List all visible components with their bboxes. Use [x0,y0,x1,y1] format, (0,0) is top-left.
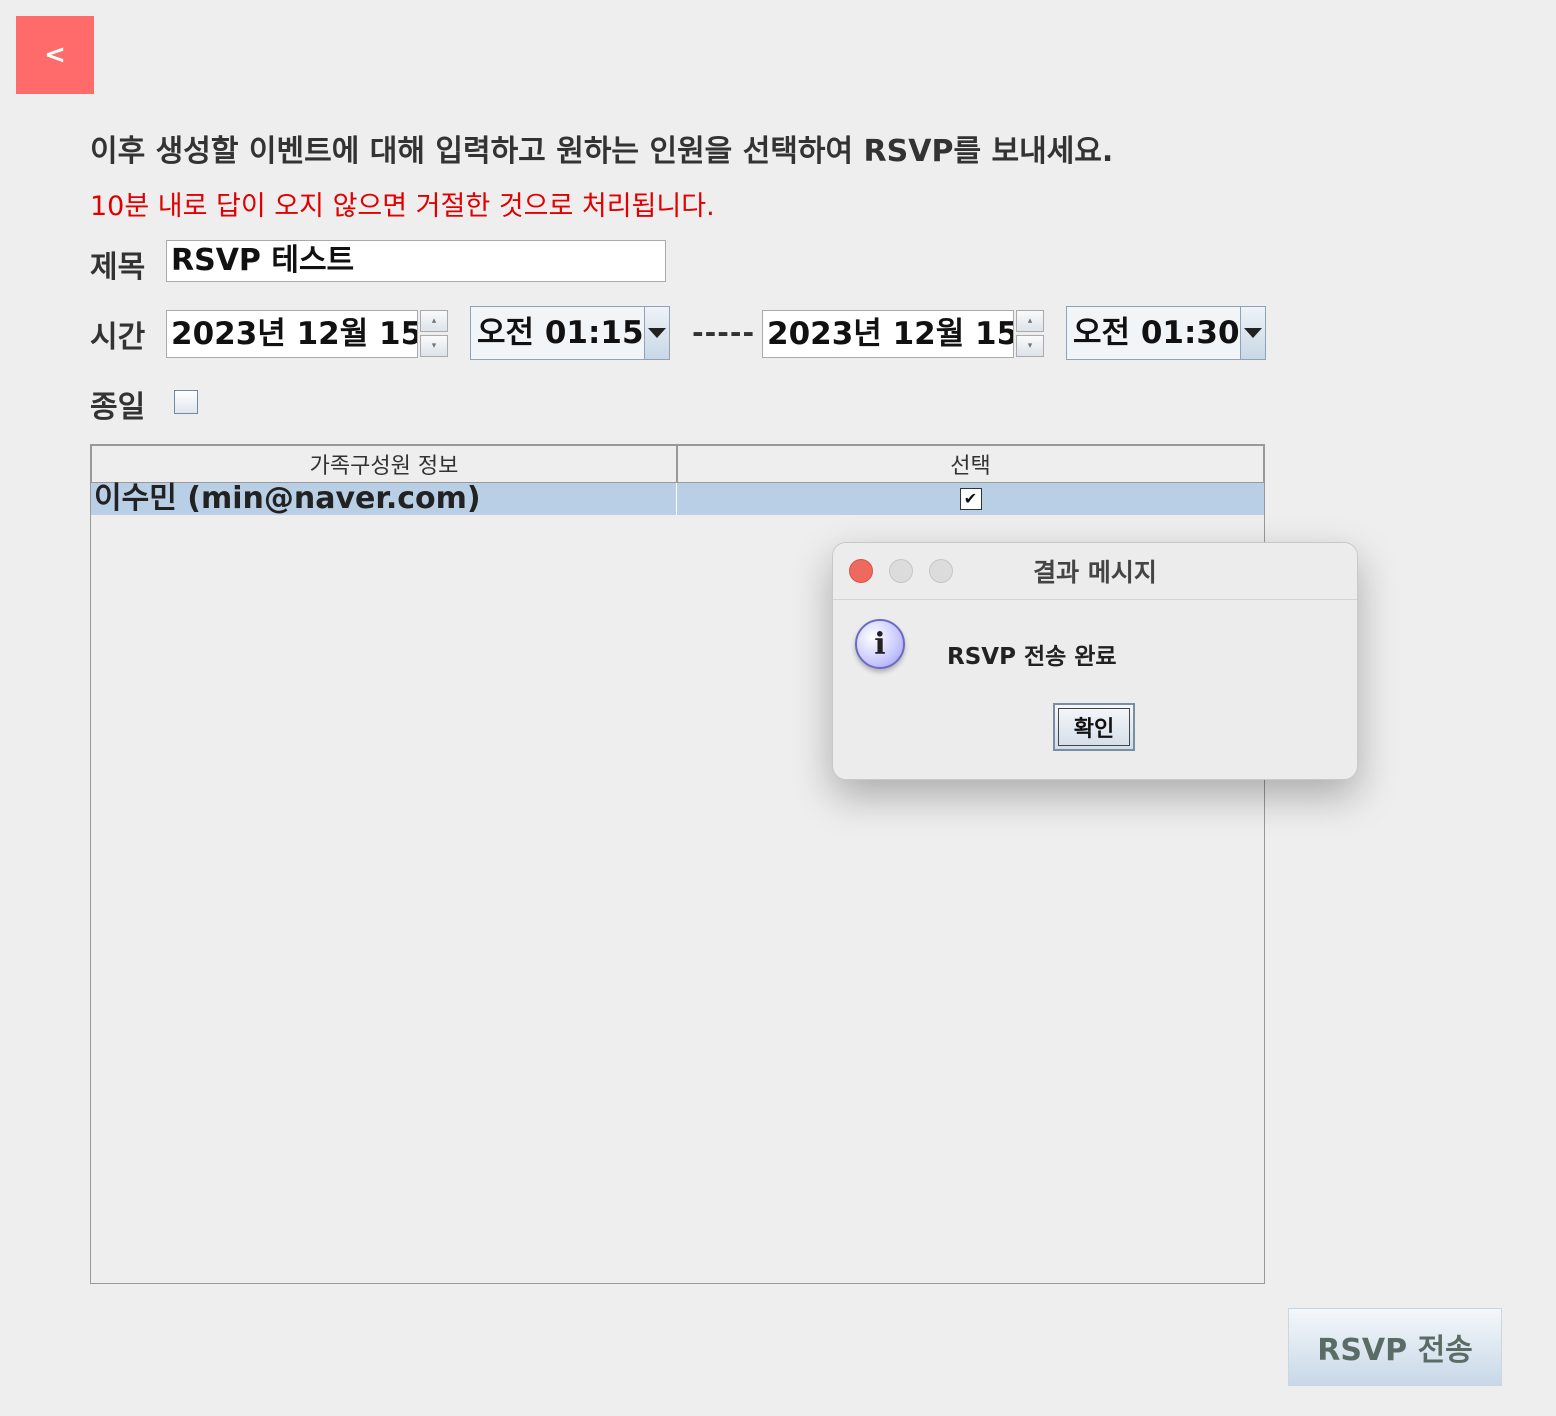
select-cell[interactable]: ✔ [677,483,1264,515]
table-header: 가족구성원 정보 선택 [91,445,1264,483]
start-date-field[interactable]: 2023년 12월 15일 [166,310,418,358]
ok-button[interactable]: 확인 [1053,703,1135,751]
rsvp-send-button[interactable]: RSVP 전송 [1288,1308,1502,1386]
info-icon: i [855,619,905,669]
end-time-value: 오전 01:30 [1067,307,1240,359]
start-time-combo[interactable]: 오전 01:15 [470,306,670,360]
title-label: 제목 [90,250,146,285]
dialog-message: RSVP 전송 완료 [947,644,1117,670]
spinner-down-icon[interactable]: ▾ [420,335,448,357]
column-header-select[interactable]: 선택 [677,445,1264,483]
time-label: 시간 [90,320,146,355]
chevron-down-icon [647,328,666,338]
chevron-down-icon [1243,328,1262,338]
allday-checkbox[interactable] [174,390,198,414]
timeout-warning: 10분 내로 답이 오지 않으면 거절한 것으로 처리됩니다. [90,191,715,222]
allday-label: 종일 [90,390,146,425]
member-name-cell[interactable]: 이수민 (min@naver.com) [91,483,677,515]
end-time-combo[interactable]: 오전 01:30 [1066,306,1266,360]
start-time-dropdown-button[interactable] [643,307,669,359]
end-date-field[interactable]: 2023년 12월 15일 [762,310,1014,358]
instruction-text: 이후 생성할 이벤트에 대해 입력하고 원하는 인원을 선택하여 RSVP를 보… [90,134,1114,169]
spinner-down-icon[interactable]: ▾ [1016,335,1044,357]
spinner-up-icon[interactable]: ▴ [1016,310,1044,332]
time-range-separator: ----- [692,316,756,349]
start-time-value: 오전 01:15 [471,307,644,359]
dialog-title: 결과 메시지 [1033,558,1157,587]
member-select-checkbox[interactable]: ✔ [959,488,982,510]
result-dialog: 결과 메시지 i RSVP 전송 완료 확인 [832,542,1358,780]
title-input[interactable]: RSVP 테스트 [166,240,666,282]
end-time-dropdown-button[interactable] [1239,307,1265,359]
back-button[interactable]: < [16,16,94,94]
dialog-titlebar[interactable]: 결과 메시지 [833,543,1357,600]
spinner-up-icon[interactable]: ▴ [420,310,448,332]
end-date-spinner[interactable]: ▴ ▾ [1016,310,1044,358]
start-date-spinner[interactable]: ▴ ▾ [420,310,448,358]
column-header-member-info[interactable]: 가족구성원 정보 [91,445,677,483]
table-row[interactable]: 이수민 (min@naver.com) ✔ [91,483,1264,515]
